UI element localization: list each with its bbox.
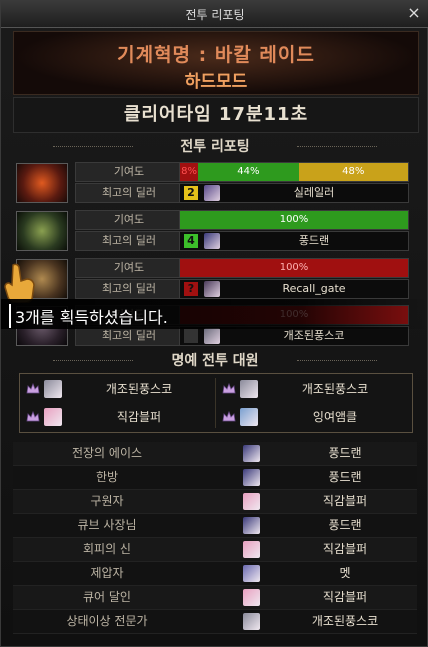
best-dealer-box: 개조된풍스코 <box>179 326 409 346</box>
award-title: 한방 <box>95 470 119 484</box>
award-row: 제압자 멧 <box>13 562 417 586</box>
crown-icon <box>222 411 236 422</box>
item-acquired-toast: 3개를 획득하셨습니다. <box>1 299 428 329</box>
party-portrait <box>16 211 68 251</box>
award-player-name: 풍드랜 <box>328 518 362 532</box>
award-row: 큐어 달인 직감블퍼 <box>13 586 417 610</box>
award-player-avatar-icon <box>243 541 260 558</box>
award-player-name: 개조된풍스코 <box>311 614 379 628</box>
dealer-rank-badge: 4 <box>184 234 198 248</box>
award-player-avatar-icon <box>243 445 260 462</box>
award-player-name: 직감블퍼 <box>322 590 368 604</box>
best-dealer-box: 2 실레일러 <box>179 183 409 203</box>
contribution-segment: 100% <box>180 259 408 277</box>
honor-member-name: 개조된풍스코 <box>301 382 369 396</box>
award-row: 구원자 직감블퍼 <box>13 490 417 514</box>
crown-icon <box>222 383 236 394</box>
contribution-bar: 100% <box>179 258 409 278</box>
award-row: 상태이상 전문가 개조된풍스코 <box>13 610 417 634</box>
award-row: 회피의 신 직감블퍼 <box>13 538 417 562</box>
honor-section-title: 명예 전투 대원 <box>13 350 417 370</box>
raid-name: 기계혁명 : 바칼 레이드 <box>117 44 315 66</box>
award-row: 전장의 에이스 풍드랜 <box>13 442 417 466</box>
dealer-avatar-icon <box>204 281 220 297</box>
award-title: 큐브 사장님 <box>77 518 137 532</box>
party-row: 기여도 100% 최고의 딜러 4 풍드랜 <box>13 209 409 251</box>
award-title: 구원자 <box>90 494 124 508</box>
report-section-title: 전투 리포팅 <box>13 136 417 156</box>
honor-member[interactable]: 개조된풍스코 <box>216 376 410 402</box>
honor-avatar-icon <box>44 380 62 398</box>
award-row: 한방 풍드랜 <box>13 466 417 490</box>
award-player-name: 멧 <box>339 566 351 580</box>
award-row: 큐브 사장님 풍드랜 <box>13 514 417 538</box>
honor-member[interactable]: 개조된풍스코 <box>20 376 214 402</box>
dealer-rank-badge: ? <box>184 282 198 296</box>
dealer-avatar-icon <box>204 328 220 344</box>
party-row: 기여도 8% 44% 48% 최고의 딜러 2 실레일러 <box>13 161 409 203</box>
honor-avatar-icon <box>240 380 258 398</box>
award-title: 상태이상 전문가 <box>66 614 148 628</box>
honor-avatar-icon <box>44 408 62 426</box>
best-dealer-label: 최고의 딜러 <box>75 231 183 251</box>
raid-mode: 하드모드 <box>184 72 248 92</box>
award-player-avatar-icon <box>243 613 260 630</box>
best-dealer-label: 최고의 딜러 <box>75 326 183 346</box>
dealer-name: Recall_gate <box>282 282 346 295</box>
raid-header: 기계혁명 : 바칼 레이드 하드모드 <box>13 31 419 95</box>
honor-member-name: 잉여앰클 <box>312 410 358 424</box>
dealer-name: 개조된풍스코 <box>283 329 345 342</box>
crown-icon <box>26 383 40 394</box>
honor-members-panel: 개조된풍스코 개조된풍스코직감블퍼 잉여앰클 <box>19 373 413 433</box>
best-dealer-label: 최고의 딜러 <box>75 183 183 203</box>
dealer-avatar-icon <box>204 233 220 249</box>
award-player-name: 직감블퍼 <box>322 494 368 508</box>
dealer-avatar-icon <box>204 185 220 201</box>
award-title: 회피의 신 <box>83 542 131 556</box>
award-title: 큐어 달인 <box>83 590 131 604</box>
awards-list: 전장의 에이스 풍드랜 한방 풍드랜 구원자 직감블퍼 큐브 사장님 풍드랜 회피의 신 직감블퍼… <box>13 442 417 634</box>
award-player-name: 풍드랜 <box>328 446 362 460</box>
award-player-avatar-icon <box>243 565 260 582</box>
party-portrait <box>16 163 68 203</box>
honor-member[interactable]: 직감블퍼 <box>20 404 214 430</box>
contribution-segment: 48% <box>298 163 408 181</box>
award-player-name: 풍드랜 <box>328 470 362 484</box>
crown-icon <box>26 411 40 422</box>
toast-text: 3개를 획득하셨습니다. <box>9 304 168 328</box>
dealer-rank-badge <box>184 329 198 343</box>
award-player-avatar-icon <box>243 517 260 534</box>
dealer-name: 풍드랜 <box>298 234 330 247</box>
close-icon[interactable]: × <box>405 4 423 22</box>
award-title: 제압자 <box>90 566 124 580</box>
clear-time: 클리어타임 17분11초 <box>13 97 419 133</box>
contribution-label: 기여도 <box>75 210 183 230</box>
contribution-segment: 8% <box>180 163 199 181</box>
award-player-avatar-icon <box>243 469 260 486</box>
dealer-name: 실레일러 <box>293 186 335 199</box>
contribution-segment: 44% <box>198 163 299 181</box>
honor-member[interactable]: 잉여앰클 <box>216 404 410 430</box>
award-player-name: 직감블퍼 <box>322 542 368 556</box>
contribution-label: 기여도 <box>75 162 183 182</box>
best-dealer-label: 최고의 딜러 <box>75 279 183 299</box>
window-title: 전투 리포팅 <box>185 8 245 22</box>
contribution-bar: 8% 44% 48% <box>179 162 409 182</box>
honor-avatar-icon <box>240 408 258 426</box>
pointer-hand-icon <box>4 263 35 303</box>
best-dealer-box: 4 풍드랜 <box>179 231 409 251</box>
title-bar[interactable]: 전투 리포팅 × <box>1 1 428 28</box>
honor-member-name: 개조된풍스코 <box>105 382 173 396</box>
best-dealer-box: ? Recall_gate <box>179 279 409 299</box>
award-title: 전장의 에이스 <box>71 446 143 460</box>
honor-member-name: 직감블퍼 <box>116 410 162 424</box>
dealer-rank-badge: 2 <box>184 186 198 200</box>
battle-report-window: 전투 리포팅 × 기계혁명 : 바칼 레이드 하드모드 클리어타임 17분11초… <box>0 0 428 647</box>
contribution-bar: 100% <box>179 210 409 230</box>
award-player-avatar-icon <box>243 493 260 510</box>
award-player-avatar-icon <box>243 589 260 606</box>
party-row: 기여도 100% 최고의 딜러? Recall_gate <box>13 257 409 299</box>
contribution-segment: 100% <box>180 211 408 229</box>
contribution-label: 기여도 <box>75 258 183 278</box>
